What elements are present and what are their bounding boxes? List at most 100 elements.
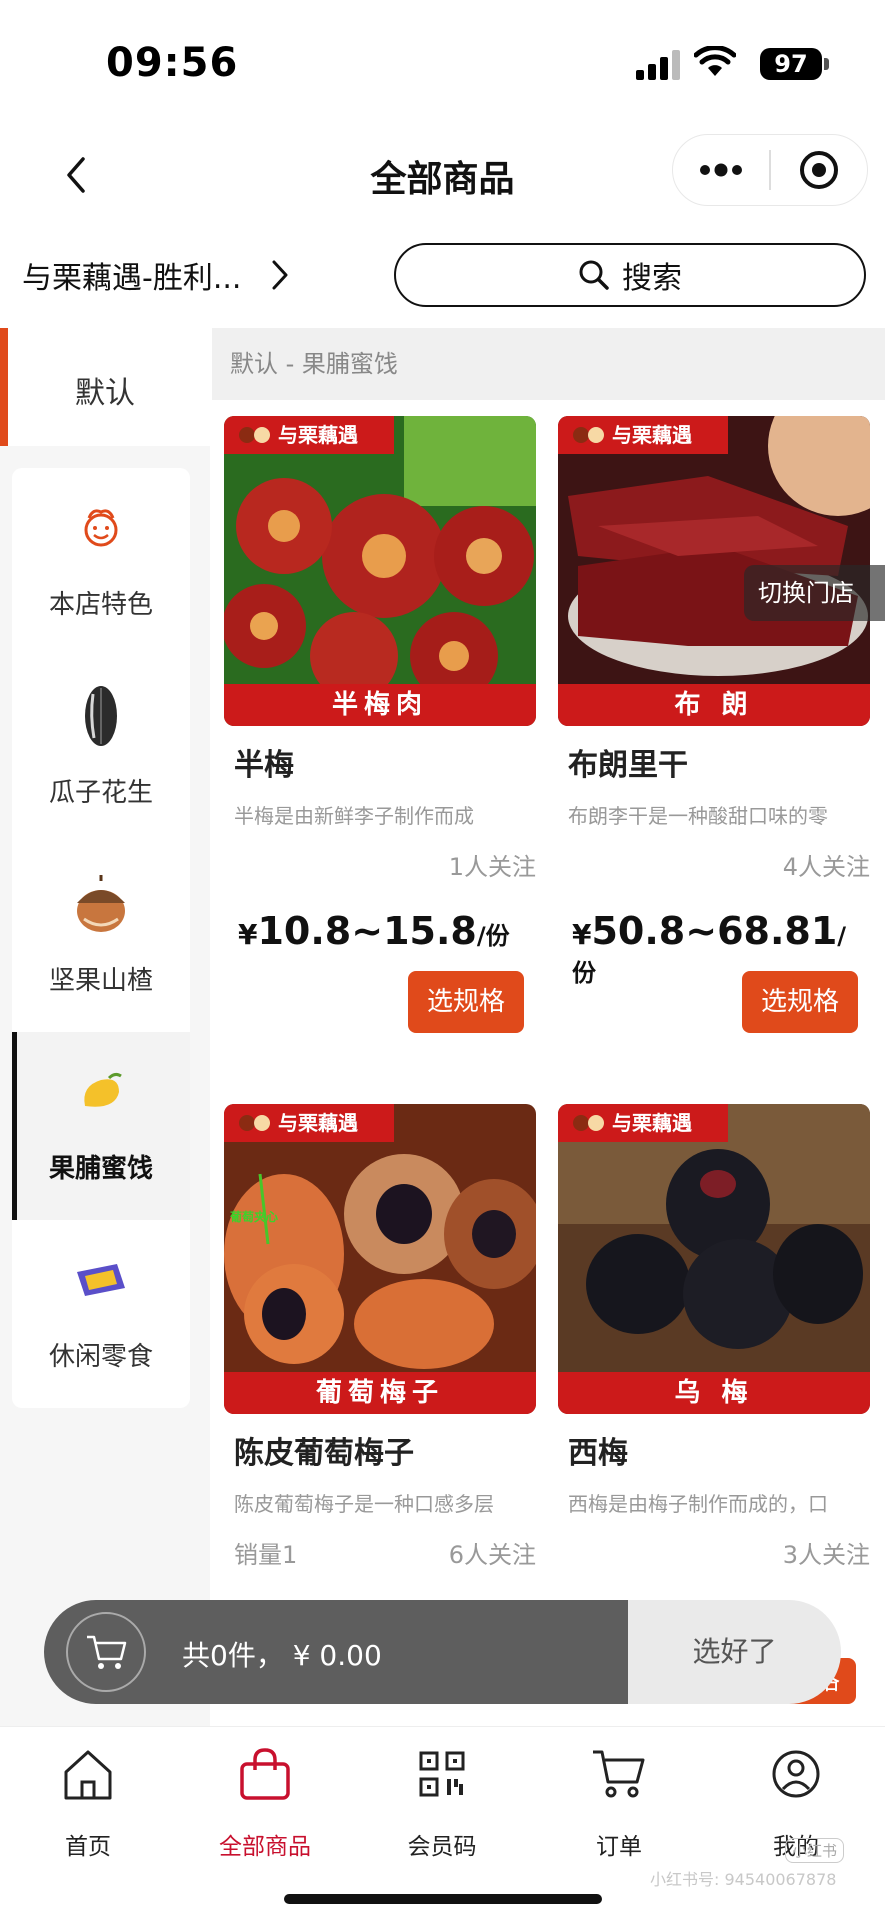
category-list: 本店特色 瓜子花生 坚果山楂 果脯蜜饯 休闲零食 <box>12 468 190 1408</box>
product-name: 布朗里干 <box>568 748 688 783</box>
tab-label: 订单 <box>596 1834 642 1860</box>
inner-label: 葡萄夹心 <box>230 1210 279 1224</box>
select-spec-button[interactable]: 选规格 <box>408 971 524 1033</box>
qr-code-icon <box>419 1751 465 1797</box>
checkout-button[interactable]: 选好了 <box>628 1600 841 1704</box>
close-miniprogram-button[interactable] <box>771 135 867 205</box>
tab-label: 全部商品 <box>219 1834 311 1860</box>
product-sales: 销量1 <box>234 1541 298 1569</box>
sidebar-item-label: 坚果山楂 <box>48 966 153 996</box>
sidebar-item-label: 默认 <box>75 376 135 411</box>
product-meta: 销量1 6人关注 <box>224 1535 536 1569</box>
tab-all-products[interactable]: 全部商品 <box>185 1739 345 1861</box>
status-time: 09:56 <box>106 40 239 86</box>
category-sidebar: 默认 本店特色 瓜子花生 坚果山楂 果脯蜜饯 休闲零食 <box>0 328 210 1728</box>
product-banner: 乌 梅 <box>558 1372 870 1414</box>
battery-tip <box>824 58 829 70</box>
user-icon <box>772 1750 820 1798</box>
product-name: 陈皮葡萄梅子 <box>234 1436 414 1471</box>
store-selector[interactable]: 与栗藕遇-胜利... <box>22 253 289 297</box>
watermark: 小红书号: 9454006787​8 <box>650 1870 837 1889</box>
product-card[interactable]: 与栗藕遇 半梅肉 半梅 半梅是由新鲜李子制作而成 1人关注 ¥10.8~15.8… <box>224 416 536 1033</box>
brand-logo-icon <box>239 1115 270 1131</box>
store-name: 与栗藕遇-胜利... <box>22 261 242 296</box>
product-banner: 葡萄梅子 <box>224 1372 536 1414</box>
search-icon <box>579 260 609 290</box>
tab-member-code[interactable]: 会员码 <box>362 1739 522 1861</box>
product-banner: 半梅肉 <box>224 684 536 726</box>
product-follows: 1人关注 <box>448 853 536 881</box>
cellular-signal-icon <box>636 50 680 80</box>
price-value: 10.8~15.8 <box>257 909 477 953</box>
snack-bag-icon <box>77 1264 125 1296</box>
sidebar-item-default[interactable]: 默认 <box>0 328 210 446</box>
product-banner: 布 朗 <box>558 684 870 726</box>
breadcrumb: 默认 - 果脯蜜饯 <box>212 328 885 400</box>
brand-tag: 与栗藕遇 <box>558 416 728 454</box>
brand-logo-icon <box>239 427 270 443</box>
product-price: ¥10.8~15.8/份 <box>224 909 536 953</box>
search-input[interactable]: 搜索 <box>394 243 866 307</box>
battery-indicator: 97 <box>760 48 822 80</box>
brand-tag-label: 与栗藕遇 <box>278 423 358 447</box>
product-image: 与栗藕遇 乌 梅 <box>558 1104 870 1414</box>
tab-home[interactable]: 首页 <box>8 1739 168 1861</box>
product-description: 西梅是由梅子制作而成的，口 <box>568 1492 828 1516</box>
cart-icon <box>593 1750 645 1798</box>
product-card[interactable]: 与栗藕遇 布 朗 布朗里干 布朗李干是一种酸甜口味的零 4人关注 ¥50.8~6… <box>558 416 870 1033</box>
miniprogram-capsule <box>672 134 868 206</box>
target-circle-icon <box>799 151 838 189</box>
sidebar-item-snacks[interactable]: 休闲零食 <box>12 1220 190 1408</box>
brand-tag: 与栗藕遇 <box>224 1104 394 1142</box>
brand-tag: 与栗藕遇 <box>558 1104 728 1142</box>
sidebar-item-specialty[interactable]: 本店特色 <box>12 468 190 656</box>
product-description: 半梅是由新鲜李子制作而成 <box>234 804 474 828</box>
smiley-chef-icon <box>84 509 118 547</box>
brand-logo-icon <box>573 1115 604 1131</box>
hazelnut-icon <box>77 875 125 932</box>
sidebar-item-seeds-peanuts[interactable]: 瓜子花生 <box>12 656 190 844</box>
mango-icon <box>84 1072 122 1107</box>
product-description: 布朗李干是一种酸甜口味的零 <box>568 804 828 828</box>
navigation-bar: 全部商品 <box>0 120 885 230</box>
more-dots-icon <box>700 163 743 177</box>
product-card[interactable]: 与栗藕遇 乌 梅 西梅 西梅是由梅子制作而成的，口 3人关注 <box>558 1104 870 1569</box>
more-button[interactable] <box>673 135 769 205</box>
sidebar-item-dried-fruit[interactable]: 果脯蜜饯 <box>12 1032 190 1220</box>
price-unit: /份 <box>476 922 510 950</box>
brand-tag-label: 与栗藕遇 <box>612 423 692 447</box>
product-image: 与栗藕遇 半梅肉 <box>224 416 536 726</box>
price-value: 50.8~68.81 <box>591 909 838 953</box>
sunflower-seed-icon <box>85 686 117 746</box>
search-label: 搜索 <box>622 261 682 296</box>
currency-symbol: ¥ <box>572 918 592 951</box>
wifi-icon <box>694 46 736 76</box>
sidebar-item-label: 休闲零食 <box>48 1342 153 1372</box>
product-description: 陈皮葡萄梅子是一种口感多层 <box>234 1492 494 1516</box>
product-list: 默认 - 果脯蜜饯 与栗藕遇 半梅肉 半梅 半梅是由新鲜李子制作而成 1人关注 <box>212 328 885 1728</box>
product-name: 西梅 <box>568 1436 628 1471</box>
cart-summary[interactable]: 共0件， ¥ 0.00 <box>44 1600 628 1704</box>
sidebar-item-label: 瓜子花生 <box>48 778 153 808</box>
product-card[interactable]: 与栗藕遇 葡萄夹心 葡萄梅子 陈皮葡萄梅子 陈皮葡萄梅子是一种口感多层 销量1 … <box>224 1104 536 1569</box>
sidebar-item-nuts-hawthorn[interactable]: 坚果山楂 <box>12 844 190 1032</box>
cart-button[interactable] <box>66 1612 146 1692</box>
currency-symbol: ¥ <box>238 918 258 951</box>
brand-tag-label: 与栗藕遇 <box>612 1111 692 1135</box>
shopping-bag-icon <box>240 1748 290 1800</box>
product-follows: 6人关注 <box>448 1541 536 1569</box>
brand-logo-icon <box>573 427 604 443</box>
brand-tag-label: 与栗藕遇 <box>278 1111 358 1135</box>
product-follows: 4人关注 <box>782 853 870 881</box>
sidebar-item-label: 本店特色 <box>48 590 153 620</box>
tab-label: 会员码 <box>407 1834 477 1860</box>
product-name: 半梅 <box>234 748 294 783</box>
switch-store-button[interactable]: 切换门店 <box>744 565 885 621</box>
select-spec-button[interactable]: 选规格 <box>742 971 858 1033</box>
home-indicator <box>284 1894 602 1904</box>
half-plum-photo <box>224 416 536 726</box>
brand-tag: 与栗藕遇 <box>224 416 394 454</box>
mini-badge: 小红书 <box>785 1838 845 1863</box>
tab-orders[interactable]: 订单 <box>539 1739 699 1861</box>
chevron-right-icon <box>272 260 288 290</box>
